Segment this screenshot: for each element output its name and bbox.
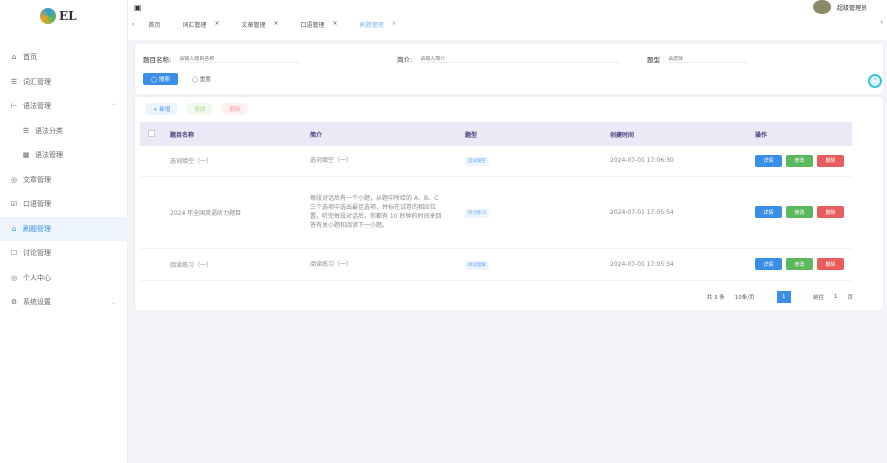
table-row: 2024 年全国英语听力题目 每段对话后有一个小题，从题中所给的 A、B、C 三…	[140, 176, 852, 248]
tab[interactable]: 首页	[144, 18, 164, 31]
sidebar-item[interactable]: ☐ 讨论管理	[0, 241, 128, 266]
menu-toggle-icon[interactable]: ▣	[134, 3, 142, 12]
add-button[interactable]: + 新增	[145, 103, 179, 115]
row-delete-button[interactable]: 删除	[817, 206, 844, 218]
questions-table: 题目名称 简介 题型 创建时间 操作 选词填空（一） 选词填空（一） 选词填空 …	[140, 122, 852, 281]
tab[interactable]: 词汇管理 ×	[178, 18, 223, 31]
type-select[interactable]	[668, 55, 748, 63]
col-intro: 简介	[310, 122, 465, 146]
close-icon[interactable]: ×	[273, 20, 278, 29]
edit-button[interactable]: 修改	[186, 103, 214, 115]
avatar	[812, 0, 831, 14]
type-tag: 选词填空	[465, 157, 489, 167]
menu-icon: ⌂	[11, 53, 17, 62]
close-icon[interactable]: ×	[333, 20, 338, 29]
intro-input[interactable]	[420, 55, 621, 63]
detail-button[interactable]: 详情	[755, 154, 782, 167]
sidebar-menu: ⌂ 首页 ☰ 词汇管理 ⊢ 语法管理 ⌃ ☰ 语法分类 ▦ 语法管理 ◎ 文章管理 ☑ 口语管理 ⌂ 刷题管理 ☐…	[0, 45, 128, 315]
name-field: 题目名称:	[143, 54, 300, 64]
menu-icon: ☐	[10, 249, 18, 258]
close-icon[interactable]: ×	[392, 20, 397, 29]
sidebar-item[interactable]: ◎ 个人中心	[0, 266, 128, 291]
menu-icon: ▦	[22, 151, 30, 160]
tabs-scroll-right-icon[interactable]: ›	[880, 18, 883, 26]
row-edit-button[interactable]: 修改	[786, 206, 813, 218]
tab-bar: ‹ 首页 词汇管理 × 文章管理 × 口语管理 × 刷题管理 ×	[132, 18, 401, 31]
sidebar-item[interactable]: ▦ 语法管理	[0, 143, 128, 168]
menu-icon: ☰	[10, 77, 18, 86]
detail-button[interactable]: 详情	[755, 258, 782, 270]
menu-icon: ⚙	[10, 298, 18, 307]
menu-icon: ◎	[10, 175, 18, 184]
menu-icon: ⊢	[10, 102, 18, 111]
row-edit-button[interactable]: 修改	[786, 154, 813, 167]
table-row: 选词填空（一） 选词填空（一） 选词填空 2024-07-01 17:06:30…	[140, 146, 852, 176]
page-1-button[interactable]: 1	[776, 291, 791, 303]
col-time: 创建时间	[610, 122, 755, 146]
col-actions: 操作	[755, 122, 852, 146]
top-bar: ▣ ‹ 首页 词汇管理 × 文章管理 × 口语管理 × 刷题管理 × › 超级管理员	[128, 0, 887, 40]
intro-field: 简介:	[397, 54, 621, 64]
type-tag: 听力练习	[465, 208, 489, 218]
table-panel: + 新增 修改 删除 题目名称 简介 题型 创建时间 操作 选词填空（一） 选词…	[135, 97, 883, 310]
prev-page-button[interactable]: ‹	[765, 294, 767, 300]
back-to-top-icon[interactable]: ⌃	[868, 74, 882, 88]
row-delete-button[interactable]: 删除	[817, 258, 844, 270]
menu-icon: ◎	[10, 273, 18, 282]
next-page-button[interactable]: ›	[801, 294, 803, 300]
delete-button[interactable]: 删除	[221, 103, 249, 115]
select-all-checkbox[interactable]	[148, 129, 155, 137]
detail-button[interactable]: 详情	[755, 206, 782, 218]
pagination: 共 3 条 10条/页 ‹ 1 › 前往 1 页	[707, 291, 853, 303]
logo: EL	[40, 8, 77, 24]
sidebar-item[interactable]: ⌂ 刷题管理	[0, 216, 128, 241]
row-delete-button[interactable]: 删除	[817, 154, 844, 167]
tab[interactable]: 口语管理 ×	[297, 18, 342, 31]
goto-page-input[interactable]: 1	[834, 294, 838, 300]
tabs-scroll-left-icon[interactable]: ‹	[132, 21, 134, 28]
reset-button[interactable]: ◯ 重置	[183, 73, 219, 85]
col-name: 题目名称	[170, 122, 310, 146]
name-input[interactable]	[179, 55, 300, 63]
menu-icon: ⌂	[11, 224, 17, 233]
sidebar: EL ⌂ 首页 ☰ 词汇管理 ⊢ 语法管理 ⌃ ☰ 语法分类 ▦ 语法管理 ◎ 文章管理 ☑ 口语管理 ⌂ 刷题…	[0, 0, 128, 463]
chevron-icon: ⌄	[110, 298, 116, 306]
tab[interactable]: 刷题管理 ×	[356, 18, 401, 31]
sidebar-item[interactable]: ☑ 口语管理	[0, 192, 128, 217]
chevron-icon: ⌃	[110, 102, 116, 110]
search-panel: 题目名称: 简介: 题型 ◯ 搜索 ◯ 重置	[135, 44, 883, 94]
sidebar-item[interactable]: ☰ 词汇管理	[0, 70, 128, 95]
user-menu[interactable]: 超级管理员	[812, 0, 867, 14]
row-edit-button[interactable]: 修改	[786, 258, 813, 270]
tab[interactable]: 文章管理 ×	[237, 18, 282, 31]
sidebar-item[interactable]: ☰ 语法分类	[0, 119, 128, 144]
type-tag: 阅读理解	[465, 260, 489, 270]
col-type: 题型	[465, 122, 610, 146]
type-field: 题型	[647, 54, 748, 64]
menu-icon: ☰	[22, 126, 30, 135]
logo-icon	[40, 8, 56, 24]
menu-icon: ☑	[10, 200, 18, 209]
sidebar-item[interactable]: ⌂ 首页	[0, 45, 128, 70]
table-row: 阅读练习（一） 阅读练习（一） 阅读理解 2024-07-01 17:05:34…	[140, 248, 852, 280]
close-icon[interactable]: ×	[214, 20, 219, 29]
search-button[interactable]: ◯ 搜索	[143, 73, 178, 85]
page-size-select[interactable]: 10条/页	[735, 293, 755, 301]
sidebar-item[interactable]: ⊢ 语法管理 ⌃	[0, 94, 128, 119]
sidebar-item[interactable]: ◎ 文章管理	[0, 168, 128, 193]
sidebar-item[interactable]: ⚙ 系统设置 ⌄	[0, 290, 128, 315]
